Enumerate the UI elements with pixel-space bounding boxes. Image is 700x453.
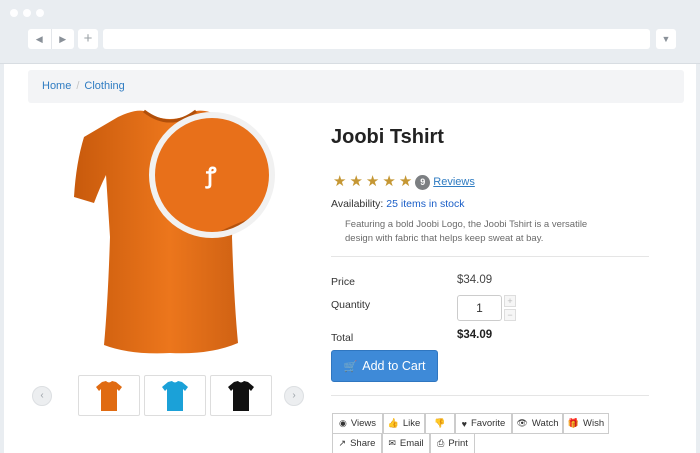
review-count-badge: 9	[415, 174, 431, 190]
quantity-decrement-button[interactable]: −	[504, 309, 516, 321]
quantity-label: Quantity	[331, 299, 371, 311]
window-controls	[10, 9, 44, 17]
product-main-image[interactable]: ꝭ	[60, 105, 280, 360]
availability-value: 25 items in stock	[386, 198, 465, 210]
availability-label: Availability:	[331, 198, 384, 210]
star-icon[interactable]: ★	[399, 174, 412, 190]
favorite-button[interactable]: ♥ Favorite	[455, 413, 512, 434]
divider	[331, 395, 649, 396]
breadcrumb-clothing[interactable]: Clothing	[84, 80, 124, 93]
availability: Availability: 25 items in stock	[331, 198, 464, 210]
close-dot[interactable]	[10, 9, 18, 17]
add-to-cart-button[interactable]: 🛒 Add to Cart	[331, 350, 438, 382]
address-bar[interactable]	[103, 29, 650, 49]
envelope-icon: ✉	[388, 438, 396, 448]
dislike-button[interactable]: 👎	[425, 413, 455, 434]
heart-icon: ♥	[461, 418, 467, 429]
email-button[interactable]: ✉ Email	[382, 433, 430, 453]
svg-text:ꝭ: ꝭ	[205, 164, 217, 189]
printer-icon: ⎙	[437, 438, 445, 448]
views-button[interactable]: ◉ Views	[332, 413, 383, 434]
star-icon[interactable]: ★	[366, 174, 379, 190]
breadcrumb-home[interactable]: Home	[42, 80, 71, 93]
forward-icon[interactable]: ▶	[52, 29, 75, 49]
thumbs-down-icon: 👎	[434, 418, 446, 428]
thumbs-up-icon: 👍	[387, 418, 399, 428]
email-label: Email	[399, 438, 424, 449]
frame-right	[696, 64, 700, 453]
eye-icon: 👁	[516, 418, 528, 428]
star-icon[interactable]: ★	[333, 174, 346, 190]
browser-chrome: ◀ ▶ + ▼	[0, 0, 700, 64]
reviews-link[interactable]: Reviews	[433, 176, 475, 188]
like-label: Like	[402, 418, 421, 429]
print-label: Print	[448, 438, 468, 449]
minimize-dot[interactable]	[23, 9, 31, 17]
tshirt-black-icon	[228, 380, 254, 411]
tshirt-blue-icon	[162, 380, 188, 411]
share-button[interactable]: ↗ Share	[332, 433, 382, 453]
total-value: $34.09	[457, 329, 493, 341]
share-label: Share	[350, 438, 376, 449]
watch-label: Watch	[531, 418, 559, 429]
rating-row: ★ ★ ★ ★ ★ 9 Reviews	[333, 174, 475, 190]
frame-left	[0, 64, 4, 453]
cart-icon: 🛒	[343, 360, 358, 373]
share-icon: ↗	[338, 438, 347, 448]
star-icon[interactable]: ★	[382, 174, 395, 190]
watch-button[interactable]: 👁 Watch	[512, 413, 563, 434]
views-icon: ◉	[338, 418, 347, 428]
thumbnail-black[interactable]	[210, 375, 272, 416]
nav-buttons: ◀ ▶	[28, 29, 74, 49]
maximize-dot[interactable]	[36, 9, 44, 17]
total-label: Total	[331, 332, 354, 344]
add-to-cart-label: Add to Cart	[362, 359, 426, 373]
product-description: Featuring a bold Joobi Logo, the Joobi T…	[345, 219, 588, 244]
thumbnail-gallery: ‹ ›	[32, 373, 304, 417]
thumbnail-blue[interactable]	[144, 375, 206, 416]
menu-chevron-icon[interactable]: ▼	[656, 29, 676, 49]
print-button[interactable]: ⎙ Print	[430, 433, 475, 453]
divider	[331, 256, 649, 257]
breadcrumb-separator: /	[76, 80, 80, 92]
tshirt-orange-icon	[96, 380, 122, 411]
like-button[interactable]: 👍 Like	[383, 413, 425, 434]
quantity-input[interactable]: 1	[457, 295, 502, 321]
product-title: Joobi Tshirt	[331, 126, 444, 148]
price-value: $34.09	[457, 274, 493, 286]
quantity-increment-button[interactable]: +	[504, 295, 516, 307]
wish-label: Wish	[583, 418, 605, 429]
gift-icon: 🎁	[567, 418, 580, 428]
views-label: Views	[350, 418, 377, 429]
next-arrow-icon[interactable]: ›	[284, 386, 304, 406]
star-icon[interactable]: ★	[349, 174, 362, 190]
new-tab-icon[interactable]: +	[78, 29, 98, 49]
thumbnail-orange[interactable]	[78, 375, 140, 416]
prev-arrow-icon[interactable]: ‹	[32, 386, 52, 406]
wish-button[interactable]: 🎁 Wish	[563, 413, 609, 434]
price-label: Price	[331, 276, 355, 288]
back-icon[interactable]: ◀	[28, 29, 52, 49]
breadcrumb: Home / Clothing	[28, 70, 684, 103]
favorite-label: Favorite	[471, 418, 506, 429]
